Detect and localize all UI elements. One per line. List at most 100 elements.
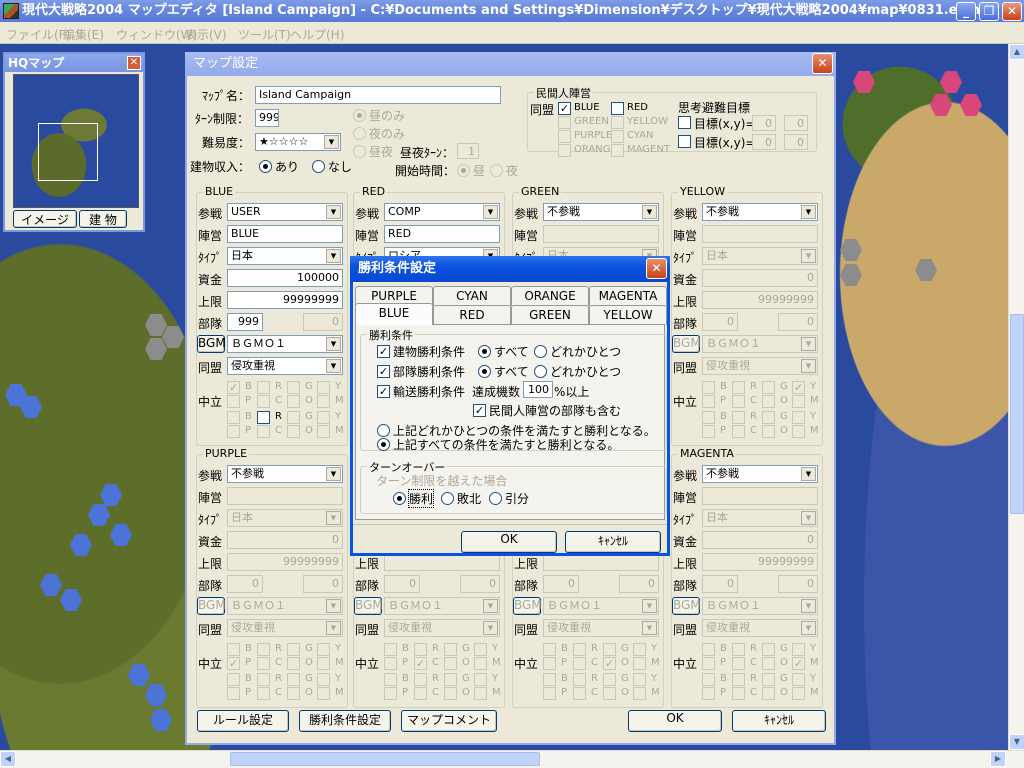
unit-hex[interactable]	[915, 259, 937, 281]
unit-hex[interactable]	[88, 504, 110, 526]
team-bgm-select[interactable]: ＢＧＭＯ１ ▼	[702, 597, 818, 615]
tab-cyan[interactable]: CYAN	[433, 286, 511, 306]
neutral-checkbox[interactable]	[762, 425, 775, 438]
neutral-checkbox[interactable]	[287, 381, 300, 394]
menu-file[interactable]: ファイル(F)	[6, 26, 70, 43]
chevron-down-icon[interactable]: ▼	[642, 205, 657, 219]
team-camp-field[interactable]	[702, 487, 818, 505]
neutral-checkbox[interactable]	[573, 657, 586, 670]
tab-orange[interactable]: ORANGE	[511, 286, 589, 306]
chevron-down-icon[interactable]: ▼	[801, 511, 816, 525]
team-units2-input[interactable]: 0	[619, 575, 659, 593]
neutral-checkbox[interactable]	[384, 643, 397, 656]
team-alliance-select[interactable]: 侵攻重視 ▼	[384, 619, 500, 637]
team-limit-field[interactable]: 99999999	[702, 553, 818, 571]
scroll-right-icon[interactable]: ▶	[990, 751, 1006, 767]
team-funds-field[interactable]: 100000	[227, 269, 343, 287]
team-bgm-select[interactable]: ＢＧＭＯ１ ▼	[543, 597, 659, 615]
neutral-checkbox[interactable]	[257, 643, 270, 656]
neutral-checkbox[interactable]	[573, 673, 586, 686]
menu-view[interactable]: 表示(V)	[185, 26, 227, 43]
bgm-button[interactable]: BGM	[197, 335, 226, 353]
team-alliance-select[interactable]: 侵攻重視 ▼	[543, 619, 659, 637]
victory-cancel-button[interactable]: ｷｬﾝｾﾙ	[565, 531, 661, 553]
target-x-input[interactable]: 0	[752, 134, 776, 150]
neutral-checkbox[interactable]	[792, 425, 805, 438]
neutral-checkbox[interactable]	[732, 381, 745, 394]
all-condition-radio[interactable]	[377, 438, 390, 451]
team-camp-field[interactable]	[227, 487, 343, 505]
team-bgm-select[interactable]: ＢＧＭＯ１ ▼	[227, 597, 343, 615]
chevron-down-icon[interactable]: ▼	[326, 359, 341, 373]
unit-all-radio[interactable]	[478, 365, 491, 378]
neutral-checkbox[interactable]	[603, 643, 616, 656]
tab-yellow[interactable]: YELLOW	[589, 305, 667, 325]
team-type-field[interactable]: 日本 ▼	[227, 247, 343, 265]
neutral-checkbox[interactable]	[444, 673, 457, 686]
team-funds-field[interactable]: 0	[702, 269, 818, 287]
unit-hex[interactable]	[150, 709, 172, 731]
map-comment-button[interactable]: マップコメント	[401, 710, 497, 732]
chevron-down-icon[interactable]: ▼	[326, 599, 341, 613]
team-camp-field[interactable]	[543, 225, 659, 243]
team-alliance-select[interactable]: 侵攻重視 ▼	[227, 357, 343, 375]
chevron-down-icon[interactable]: ▼	[326, 337, 341, 351]
neutral-checkbox[interactable]	[792, 643, 805, 656]
chevron-down-icon[interactable]: ▼	[801, 337, 816, 351]
chevron-down-icon[interactable]: ▼	[326, 467, 341, 481]
neutral-checkbox[interactable]	[792, 411, 805, 424]
neutral-checkbox[interactable]	[257, 657, 270, 670]
turnover-draw-radio[interactable]	[489, 492, 502, 505]
neutral-checkbox[interactable]	[384, 657, 397, 670]
team-bgm-select[interactable]: ＢＧＭＯ１ ▼	[702, 335, 818, 353]
unit-hex[interactable]	[128, 664, 150, 686]
night-only-radio[interactable]	[353, 127, 366, 140]
neutral-checkbox[interactable]	[573, 687, 586, 700]
neutral-checkbox[interactable]	[317, 657, 330, 670]
hq-close-icon[interactable]: ✕	[127, 56, 141, 70]
chevron-down-icon[interactable]: ▼	[324, 135, 339, 149]
neutral-checkbox[interactable]	[444, 643, 457, 656]
team-join-field[interactable]: COMP ▼	[384, 203, 500, 221]
chevron-down-icon[interactable]: ▼	[483, 599, 498, 613]
neutral-checkbox[interactable]	[317, 395, 330, 408]
neutral-checkbox[interactable]	[702, 643, 715, 656]
unit-hex[interactable]	[145, 314, 167, 336]
neutral-checkbox[interactable]	[732, 395, 745, 408]
chevron-down-icon[interactable]: ▼	[326, 249, 341, 263]
target-y-input[interactable]: 0	[784, 115, 808, 131]
neutral-checkbox[interactable]	[317, 673, 330, 686]
team-units-input[interactable]: 0	[384, 575, 420, 593]
target-x-input[interactable]: 0	[752, 115, 776, 131]
neutral-checkbox[interactable]: ✓	[227, 657, 240, 670]
victory-settings-button[interactable]: 勝利条件設定	[299, 710, 391, 732]
transport-checkbox[interactable]: ✓	[377, 385, 390, 398]
team-camp-field[interactable]: RED	[384, 225, 500, 243]
building-button[interactable]: 建 物	[79, 210, 127, 228]
neutral-checkbox[interactable]	[762, 643, 775, 656]
neutral-checkbox[interactable]	[603, 673, 616, 686]
chevron-down-icon[interactable]: ▼	[326, 511, 341, 525]
neutral-checkbox[interactable]	[414, 687, 427, 700]
neutral-checkbox[interactable]	[792, 395, 805, 408]
neutral-checkbox[interactable]	[762, 395, 775, 408]
neutral-checkbox[interactable]	[633, 673, 646, 686]
unit-hex[interactable]	[960, 94, 982, 116]
unit-hex[interactable]	[853, 71, 875, 93]
team-limit-field[interactable]: 99999999	[227, 553, 343, 571]
neutral-checkbox[interactable]: ✓	[603, 657, 616, 670]
neutral-checkbox[interactable]	[257, 395, 270, 408]
neutral-checkbox[interactable]	[702, 425, 715, 438]
start-day-radio[interactable]	[457, 164, 470, 177]
neutral-checkbox[interactable]	[633, 687, 646, 700]
neutral-checkbox[interactable]	[762, 687, 775, 700]
team-bgm-select[interactable]: ＢＧＭＯ１ ▼	[384, 597, 500, 615]
tab-blue[interactable]: BLUE	[355, 303, 433, 325]
neutral-checkbox[interactable]: ✓	[227, 381, 240, 394]
vertical-scroll-thumb[interactable]	[1010, 314, 1024, 514]
victory-ok-button[interactable]: OK	[461, 531, 557, 553]
turnover-lose-radio[interactable]	[441, 492, 454, 505]
map-name-input[interactable]: Island Campaign	[255, 86, 501, 104]
chevron-down-icon[interactable]: ▼	[801, 249, 816, 263]
neutral-checkbox[interactable]	[384, 673, 397, 686]
